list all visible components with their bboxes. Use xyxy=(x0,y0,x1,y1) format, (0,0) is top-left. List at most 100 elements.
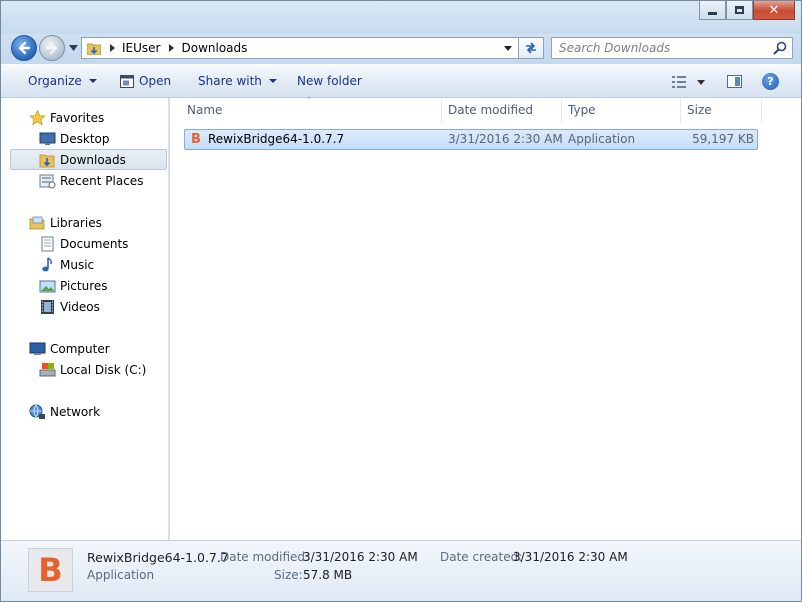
close-icon: ✕ xyxy=(768,2,780,18)
explorer-window: ✕ IEUser Downloads Organize Open xyxy=(0,0,802,602)
details-date-created: 3/31/2016 2:30 AM xyxy=(513,550,628,564)
command-bar: Organize Open Share with New folder ? xyxy=(1,64,801,98)
breadcrumb-ieuser[interactable]: IEUser xyxy=(122,41,160,55)
address-bar[interactable]: IEUser Downloads xyxy=(81,37,519,59)
nav-downloads[interactable]: Downloads xyxy=(10,149,167,170)
maximize-button[interactable] xyxy=(726,1,753,20)
new-folder-button[interactable]: New folder xyxy=(297,74,362,88)
documents-icon xyxy=(41,236,54,251)
nav-documents[interactable]: Documents xyxy=(39,233,128,254)
column-headers: ˄ Name Date modified Type Size xyxy=(170,97,801,123)
address-dropdown-icon[interactable] xyxy=(504,46,512,51)
nav-label: Desktop xyxy=(60,131,110,146)
preview-pane-icon[interactable] xyxy=(727,75,742,88)
column-header-name[interactable]: Name xyxy=(181,98,442,123)
nav-label: Libraries xyxy=(50,215,102,230)
nav-recent-places[interactable]: Recent Places xyxy=(39,170,143,191)
nav-network[interactable]: Network xyxy=(29,401,100,422)
pictures-icon xyxy=(39,280,56,292)
network-icon xyxy=(29,404,45,419)
minimize-button[interactable] xyxy=(699,1,726,20)
open-button[interactable]: Open xyxy=(120,74,171,88)
minimize-icon xyxy=(708,11,717,15)
file-name: RewixBridge64-1.0.7.7 xyxy=(208,132,345,146)
forward-button[interactable] xyxy=(39,35,65,61)
navigation-pane: Favorites Desktop Downloads Recent Place… xyxy=(1,98,169,540)
nav-label: Documents xyxy=(60,236,129,251)
title-bar[interactable]: ✕ xyxy=(1,1,801,34)
nav-label: Favorites xyxy=(50,110,105,125)
search-input[interactable] xyxy=(552,38,762,58)
nav-label: Local Disk (C:) xyxy=(60,362,147,377)
details-pane: B RewixBridge64-1.0.7.7 Application Date… xyxy=(1,540,801,601)
open-label: Open xyxy=(139,74,172,88)
nav-desktop[interactable]: Desktop xyxy=(39,128,110,149)
breadcrumb-separator-icon[interactable] xyxy=(110,44,115,52)
nav-libraries[interactable]: Libraries xyxy=(29,212,102,233)
music-icon xyxy=(42,256,52,271)
folder-download-icon xyxy=(87,43,101,55)
search-icon[interactable] xyxy=(773,41,787,55)
details-size-label: Size: xyxy=(274,568,303,582)
organize-button[interactable]: Organize xyxy=(28,74,97,88)
desktop-icon xyxy=(39,132,56,145)
star-icon xyxy=(29,109,46,125)
file-thumbnail: B xyxy=(28,548,73,592)
details-date-created-label: Date created: xyxy=(440,550,523,564)
details-size: 57.8 MB xyxy=(303,568,353,582)
nav-label: Network xyxy=(50,404,101,419)
file-size: 59,197 KB xyxy=(692,132,754,146)
nav-label: Downloads xyxy=(60,152,126,167)
share-with-label: Share with xyxy=(198,74,262,88)
column-header-size[interactable]: Size xyxy=(681,98,762,123)
open-window-icon xyxy=(120,74,134,88)
file-row[interactable]: B RewixBridge64-1.0.7.7 3/31/2016 2:30 A… xyxy=(184,129,758,150)
nav-label: Computer xyxy=(50,341,110,356)
nav-favorites[interactable]: Favorites xyxy=(29,107,104,128)
share-with-button[interactable]: Share with xyxy=(198,74,277,88)
help-icon[interactable]: ? xyxy=(762,73,779,90)
details-date-modified: 3/31/2016 2:30 AM xyxy=(303,550,418,564)
new-folder-label: New folder xyxy=(297,74,362,88)
chevron-down-icon xyxy=(268,79,277,83)
nav-music[interactable]: Music xyxy=(39,254,94,275)
application-icon: B xyxy=(38,551,63,589)
caption-buttons: ✕ xyxy=(699,1,795,21)
refresh-icon xyxy=(526,42,536,54)
file-list: ˄ Name Date modified Type Size B RewixBr… xyxy=(170,97,801,540)
folder-download-icon xyxy=(39,154,55,167)
details-date-modified-label: Date modified: xyxy=(220,550,310,564)
nav-videos[interactable]: Videos xyxy=(39,296,100,317)
nav-label: Videos xyxy=(60,299,100,314)
details-file-name: RewixBridge64-1.0.7.7 xyxy=(87,550,229,565)
hard-drive-icon xyxy=(39,362,56,376)
nav-label: Recent Places xyxy=(60,173,144,188)
search-box[interactable] xyxy=(551,37,793,59)
nav-pictures[interactable]: Pictures xyxy=(39,275,108,296)
application-icon: B xyxy=(191,132,201,147)
nav-label: Music xyxy=(60,257,95,272)
back-arrow-icon xyxy=(18,41,31,55)
file-date-modified: 3/31/2016 2:30 AM xyxy=(448,132,563,146)
videos-icon xyxy=(41,299,54,314)
column-header-date-modified[interactable]: Date modified xyxy=(442,98,562,123)
nav-local-disk[interactable]: Local Disk (C:) xyxy=(39,359,146,380)
breadcrumb-downloads[interactable]: Downloads xyxy=(181,41,247,55)
nav-computer[interactable]: Computer xyxy=(29,338,110,359)
refresh-button[interactable] xyxy=(519,37,544,59)
close-button[interactable]: ✕ xyxy=(753,1,795,20)
recent-pages-dropdown-icon[interactable] xyxy=(69,45,78,51)
maximize-icon xyxy=(735,6,744,14)
back-button[interactable] xyxy=(11,35,37,61)
recent-places-icon xyxy=(39,174,56,188)
nav-label: Pictures xyxy=(60,278,108,293)
details-file-type: Application xyxy=(87,568,155,582)
file-type: Application xyxy=(568,132,636,146)
view-options-dropdown-icon[interactable] xyxy=(697,80,705,85)
column-header-type[interactable]: Type xyxy=(562,98,681,123)
chevron-down-icon xyxy=(88,79,97,83)
change-view-icon[interactable] xyxy=(671,75,687,89)
organize-label: Organize xyxy=(28,74,82,88)
breadcrumb-separator-icon[interactable] xyxy=(169,44,175,52)
forward-arrow-icon xyxy=(45,41,58,55)
